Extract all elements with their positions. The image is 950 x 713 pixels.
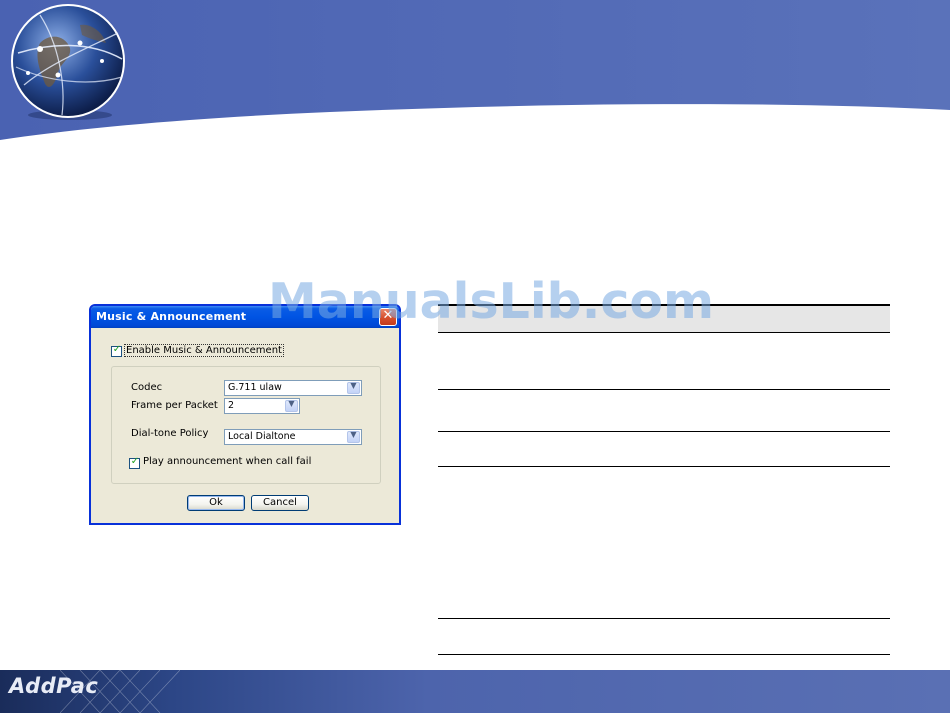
footer-bar: AddPac <box>0 670 950 713</box>
music-announcement-dialog: Music & Announcement ✕ ✓ Enable Music & … <box>89 304 401 525</box>
table-header-row <box>438 305 890 332</box>
table-bottom-rule <box>438 654 890 655</box>
frame-per-packet-label: Frame per Packet <box>131 400 218 411</box>
dropdown-button[interactable]: ▼ <box>347 430 360 443</box>
chevron-down-icon: ▼ <box>288 399 295 408</box>
enable-music-label[interactable]: Enable Music & Announcement <box>124 344 284 357</box>
codec-value: G.711 ulaw <box>228 382 282 393</box>
checkmark-icon: ✓ <box>130 456 140 467</box>
play-announcement-checkbox[interactable]: ✓ <box>129 456 140 469</box>
dropdown-button[interactable]: ▼ <box>285 399 298 412</box>
codec-label: Codec <box>131 382 163 393</box>
addpac-logo: AddPac <box>9 674 99 698</box>
frame-per-packet-select[interactable]: 2 ▼ <box>224 398 300 414</box>
header-banner <box>0 0 950 140</box>
dialtone-policy-value: Local Dialtone <box>228 431 296 442</box>
dialtone-policy-label: Dial-tone Policy <box>131 428 209 439</box>
dialog-titlebar[interactable]: Music & Announcement ✕ <box>91 306 399 328</box>
cancel-button[interactable]: Cancel <box>251 495 309 511</box>
close-icon: ✕ <box>382 308 394 323</box>
table-row-divider <box>438 618 890 619</box>
enable-music-checkbox[interactable]: ✓ <box>111 344 122 357</box>
table-row-divider <box>438 431 890 432</box>
dropdown-button[interactable]: ▼ <box>347 381 360 394</box>
table-top-rule <box>438 304 890 306</box>
checkmark-icon: ✓ <box>112 344 122 355</box>
dialtone-policy-select[interactable]: Local Dialtone ▼ <box>224 429 362 445</box>
ok-button-label: Ok <box>209 497 223 508</box>
dialog-title: Music & Announcement <box>96 310 247 323</box>
frame-per-packet-value: 2 <box>228 400 235 411</box>
cancel-button-label: Cancel <box>263 497 297 508</box>
table-row-divider <box>438 332 890 333</box>
table-row-divider <box>438 466 890 467</box>
play-announcement-label[interactable]: Play announcement when call fail <box>143 456 311 467</box>
table-row-divider <box>438 389 890 390</box>
ok-button[interactable]: Ok <box>187 495 245 511</box>
close-button[interactable]: ✕ <box>379 308 397 326</box>
codec-select[interactable]: G.711 ulaw ▼ <box>224 380 362 396</box>
globe-icon <box>11 4 125 120</box>
chevron-down-icon: ▼ <box>350 430 357 439</box>
chevron-down-icon: ▼ <box>350 381 357 390</box>
